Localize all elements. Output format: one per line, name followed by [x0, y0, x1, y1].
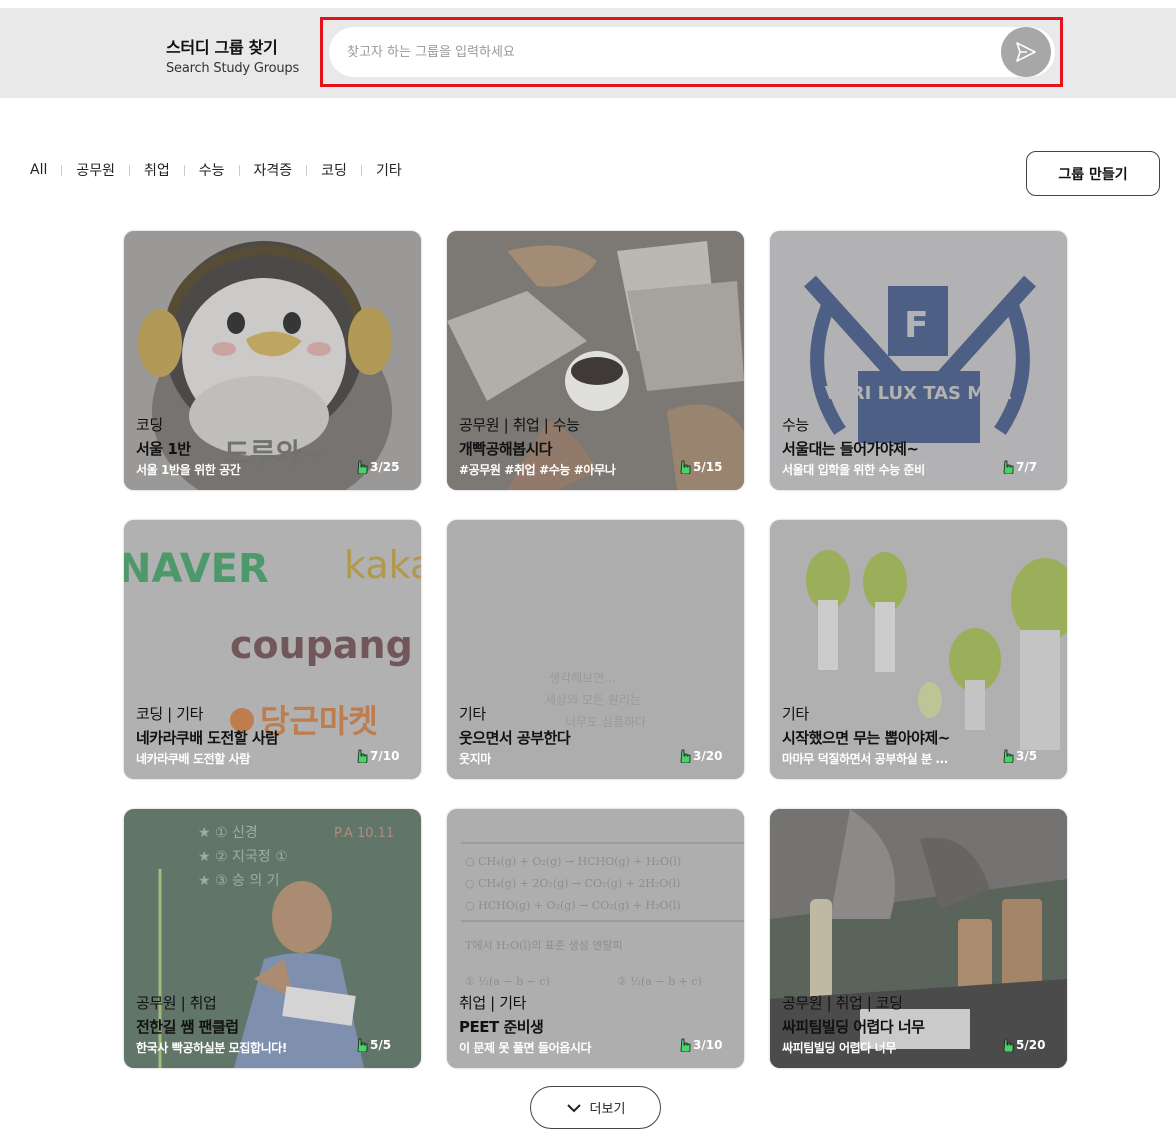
group-card[interactable]: 공무원 | 취업 | 수능 개빡공해봅시다 #공무원 #취업 #수능 #아무나 … — [447, 231, 744, 490]
card-category: 수능 — [782, 416, 809, 434]
card-description: 서울대 입학을 위한 수능 준비 — [782, 463, 925, 477]
filter-suneung[interactable]: 수능 — [199, 160, 225, 180]
group-card[interactable]: 생각해보면... 세상의 모든 원리는 너무도 심플하다 기타 웃으면서 공부한… — [447, 520, 744, 779]
group-card[interactable]: 기타 시작했으면 무는 뽑아야제~ 마마무 덕질하면서 공부하실 분 ... 3… — [770, 520, 1067, 779]
member-count-text: 7/10 — [370, 749, 400, 763]
divider — [306, 164, 308, 176]
group-card-grid: 드루와~ 코딩 서울 1반 서울 1반을 위한 공간 3/25 공무원 | 취업… — [124, 231, 1068, 1068]
filter-civil-service[interactable]: 공무원 — [76, 160, 115, 180]
hand-pointer-icon — [680, 749, 691, 763]
filter-certificate[interactable]: 자격증 — [254, 160, 293, 180]
hand-pointer-icon — [680, 460, 691, 474]
page-title: 스터디 그룹 찾기 — [166, 38, 278, 57]
card-category: 코딩 — [136, 416, 163, 434]
card-title: 전한길 쌤 팬클럽 — [136, 1018, 239, 1036]
search-input[interactable] — [347, 27, 987, 77]
card-title: 네카라쿠배 도전할 사람 — [136, 729, 279, 747]
divider — [61, 164, 63, 176]
page-subtitle: Search Study Groups — [166, 61, 300, 76]
member-count-text: 5/15 — [693, 460, 723, 474]
card-category: 공무원 | 취업 — [136, 994, 217, 1012]
create-group-button[interactable]: 그룹 만들기 — [1026, 151, 1160, 196]
card-title: 싸피팀빌딩 어렵다 너무 — [782, 1018, 925, 1036]
group-card[interactable]: ○ CH₄(g) + O₂(g) → HCHO(g) + H₂O(l) ○ CH… — [447, 809, 744, 1068]
member-count-text: 5/20 — [1016, 1038, 1046, 1052]
group-card[interactable]: F VERI LUX TAS MEA 수능 서울대는 들어가야제~ 서울대 입학… — [770, 231, 1067, 490]
hand-pointer-icon — [1003, 460, 1014, 474]
card-description: 웃지마 — [459, 752, 491, 766]
member-count: 7/7 — [1002, 460, 1037, 474]
member-count-text: 3/20 — [693, 749, 723, 763]
divider — [360, 164, 362, 176]
card-title: 시작했으면 무는 뽑아야제~ — [782, 729, 950, 747]
card-description: 싸피팀빌딩 어렵다 너무 — [782, 1041, 896, 1055]
card-title: 서울 1반 — [136, 440, 191, 458]
divider — [238, 164, 240, 176]
card-title: PEET 준비생 — [459, 1018, 544, 1036]
filter-etc[interactable]: 기타 — [376, 160, 402, 180]
member-count: 7/10 — [356, 749, 399, 763]
card-title: 개빡공해봅시다 — [459, 440, 553, 458]
member-count-text: 3/10 — [693, 1038, 723, 1052]
card-description: 네카라쿠배 도전할 사람 — [136, 752, 250, 766]
category-filter-bar: All 공무원 취업 수능 자격증 코딩 기타 — [30, 160, 402, 180]
member-count: 5/15 — [679, 460, 722, 474]
hand-pointer-icon — [357, 1038, 368, 1052]
hand-pointer-icon — [357, 749, 368, 763]
member-count: 5/20 — [1002, 1038, 1045, 1052]
search-header: 스터디 그룹 찾기 Search Study Groups — [0, 8, 1176, 98]
card-category: 취업 | 기타 — [459, 994, 526, 1012]
filter-coding[interactable]: 코딩 — [321, 160, 347, 180]
chevron-down-icon — [566, 1103, 581, 1112]
member-count: 3/25 — [356, 460, 399, 474]
load-more-button[interactable]: 더보기 — [530, 1086, 661, 1129]
card-title: 웃으면서 공부한다 — [459, 729, 571, 747]
card-category: 공무원 | 취업 | 코딩 — [782, 994, 903, 1012]
group-card[interactable]: ★ ① 신경 ★ ② 지국정 ① ★ ③ 승 의 기 P.A 10.11 공무원… — [124, 809, 421, 1068]
group-card[interactable]: NAVER kaka coupang 당근마켓 코딩 | 기타 네카라쿠배 도전… — [124, 520, 421, 779]
member-count: 3/5 — [1002, 749, 1037, 763]
group-card[interactable]: 드루와~ 코딩 서울 1반 서울 1반을 위한 공간 3/25 — [124, 231, 421, 490]
search-submit-button[interactable] — [1001, 27, 1051, 77]
divider — [183, 164, 185, 176]
send-icon — [1016, 42, 1036, 62]
filter-employment[interactable]: 취업 — [144, 160, 170, 180]
card-description: 한국사 빡공하실분 모집합니다! — [136, 1041, 287, 1055]
card-category: 기타 — [459, 705, 486, 723]
card-description: 서울 1반을 위한 공간 — [136, 463, 241, 477]
card-category: 공무원 | 취업 | 수능 — [459, 416, 580, 434]
member-count: 3/20 — [679, 749, 722, 763]
card-description: #공무원 #취업 #수능 #아무나 — [459, 463, 616, 477]
card-description: 마마무 덕질하면서 공부하실 분 ... — [782, 752, 948, 766]
hand-pointer-icon — [1003, 1038, 1014, 1052]
card-title: 서울대는 들어가야제~ — [782, 440, 919, 458]
member-count-text: 3/5 — [1016, 749, 1038, 763]
card-category: 기타 — [782, 705, 809, 723]
member-count-text: 7/7 — [1016, 460, 1038, 474]
member-count-text: 5/5 — [370, 1038, 392, 1052]
member-count: 5/5 — [356, 1038, 391, 1052]
group-card[interactable]: 공무원 | 취업 | 코딩 싸피팀빌딩 어렵다 너무 싸피팀빌딩 어렵다 너무 … — [770, 809, 1067, 1068]
search-bar — [329, 27, 1055, 77]
card-category: 코딩 | 기타 — [136, 705, 203, 723]
card-description: 이 문제 못 풀면 들어옵시다 — [459, 1041, 592, 1055]
hand-pointer-icon — [680, 1038, 691, 1052]
member-count-text: 3/25 — [370, 460, 400, 474]
divider — [129, 164, 130, 176]
hand-pointer-icon — [1003, 749, 1014, 763]
hand-pointer-icon — [357, 460, 368, 474]
search-highlight-box — [320, 17, 1063, 87]
filter-all[interactable]: All — [30, 162, 47, 178]
header-title: 스터디 그룹 찾기 Search Study Groups — [166, 34, 299, 76]
load-more-label: 더보기 — [589, 1102, 626, 1117]
member-count: 3/10 — [679, 1038, 722, 1052]
